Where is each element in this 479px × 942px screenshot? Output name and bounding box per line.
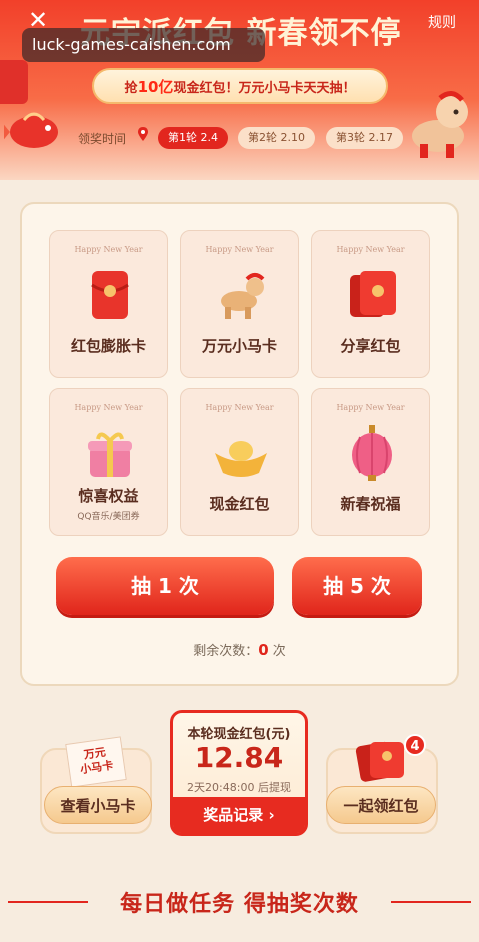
promo-suffix: 现金红包！万元小马卡天天抽！ [173,81,356,96]
group-envelope-button[interactable]: 一起领红包 [326,786,436,824]
url-bar[interactable]: luck-games-caishen.com [22,28,265,62]
prize-sublabel: QQ音乐/美团券 [77,512,140,522]
prize-label: 惊喜权益 [78,487,139,505]
promo-highlight: 10亿 [137,78,174,96]
red-envelope-icon [91,271,129,319]
prize-label: 红包膨胀卡 [70,337,146,355]
withdraw-countdown: 2天20:48:00 后提现 [187,781,291,794]
rounds-label: 领奖时间 [78,132,127,146]
happy-new-year-text: Happy New Year [336,403,405,412]
prize-label: 新春祝福 [340,495,401,513]
rules-link[interactable]: 规则 [428,12,456,32]
draw-five-button[interactable]: 抽 5 次 [292,557,422,615]
prize-card-expansion[interactable]: Happy New Year 红包膨胀卡 [49,230,168,378]
round-tab-3[interactable]: 第3轮 2.17 [326,127,403,149]
remaining-draws: 剩余次数：0 次 [0,640,479,659]
koi-fish-icon [4,112,58,148]
horse-icon [221,273,265,319]
round-tab-1[interactable]: 第1轮 2.4 [158,127,228,149]
cash-summary-card: 本轮现金红包(元) 12.84 2天20:48:00 后提现 奖品记录 › [170,710,308,836]
prize-label: 万元小马卡 [201,337,277,355]
round-tab-2[interactable]: 第2轮 2.10 [238,127,315,149]
view-horse-card-button[interactable]: 查看小马卡 [44,786,152,824]
happy-new-year-text: Happy New Year [74,403,143,412]
location-pin-icon [138,127,148,141]
notification-badge: 4 [404,734,426,756]
prize-record-button[interactable]: 奖品记录 › [173,797,305,833]
prize-label: 分享红包 [340,337,401,355]
lantern-icon [352,425,392,481]
red-envelope-decoration [0,60,28,104]
gift-box-icon [88,432,132,477]
remaining-count: 0 [258,641,269,659]
promo-banner: 抢10亿现金红包！万元小马卡天天抽！ [92,68,388,104]
prize-card-share[interactable]: Happy New Year 分享红包 [311,230,430,378]
promo-prefix: 抢 [124,81,138,96]
happy-new-year-text: Happy New Year [205,245,274,254]
gold-ingot-icon [215,441,267,477]
prize-card-blessing[interactable]: Happy New Year 新春祝福 [311,388,430,536]
share-envelope-icon [350,271,396,317]
tasks-title: 每日做任务 得抽奖次数 [120,892,359,917]
prize-card-horse[interactable]: Happy New Year 万元小马卡 [180,230,299,378]
red-envelope-stack-icon [355,741,404,782]
cash-amount: 12.84 [194,741,284,774]
happy-new-year-text: Happy New Year [74,245,143,254]
remaining-prefix: 剩余次数： [193,644,259,659]
happy-new-year-text: Happy New Year [205,403,274,412]
prize-label: 现金红包 [209,495,270,513]
draw-once-button[interactable]: 抽 1 次 [56,557,274,615]
cash-summary-title: 本轮现金红包(元) [187,727,291,742]
prize-card-surprise[interactable]: Happy New Year 惊喜权益 QQ音乐/美团券 [49,388,168,536]
horse-card-thumbnail: 万元 小马卡 [65,736,127,788]
prize-card-cash[interactable]: Happy New Year 现金红包 [180,388,299,536]
happy-new-year-text: Happy New Year [336,245,405,254]
horse-mascot-icon [412,91,468,158]
remaining-suffix: 次 [272,644,286,659]
